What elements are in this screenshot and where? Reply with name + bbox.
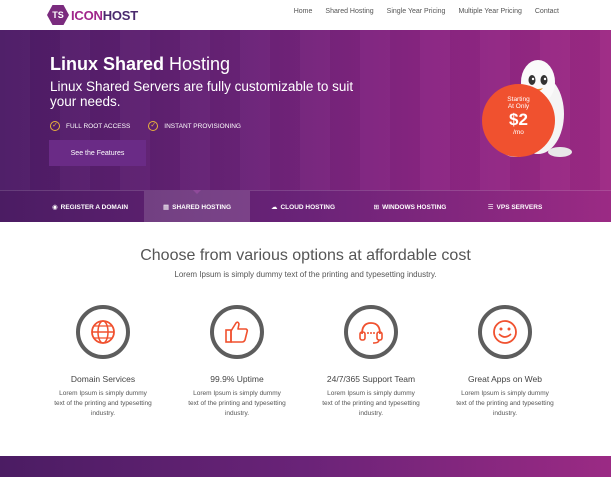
tab-shared-hosting[interactable]: ▦ SHARED HOSTING	[144, 190, 250, 223]
price-at-only: At Only	[507, 103, 530, 110]
tab-vps-servers[interactable]: ☰ VPS SERVERS	[475, 191, 555, 223]
logo-text-icon: ICON	[71, 7, 103, 23]
top-bar: TS ICONHOST Home Shared Hosting Single Y…	[0, 0, 611, 30]
globe-icon	[91, 320, 115, 344]
tab-windows-hosting[interactable]: ⊞ WINDOWS HOSTING	[365, 191, 455, 223]
thumbs-up-icon	[225, 321, 249, 343]
hero-subtitle: Linux Shared Servers are fully customiza…	[50, 79, 354, 109]
price-unit: /mo	[513, 129, 524, 136]
logo-text-host: HOST	[102, 7, 139, 23]
logo-badge: TS	[47, 5, 69, 25]
service-support: 24/7/365 Support Team Lorem Ipsum is sim…	[321, 305, 421, 419]
service-icon-ring	[344, 305, 398, 359]
tab-label: REGISTER A DOMAIN	[60, 203, 129, 211]
service-icon-ring	[76, 305, 130, 359]
hero-title-rest: Hosting	[164, 54, 231, 74]
check-icon: ✓	[50, 121, 60, 131]
service-uptime: 99.9% Uptime Lorem Ipsum is simply dummy…	[187, 305, 287, 419]
section-title: Choose from various options at affordabl…	[140, 247, 471, 264]
tab-cloud-hosting[interactable]: ☁ CLOUD HOSTING	[258, 191, 348, 223]
price-amount: $2	[509, 110, 528, 129]
section-subtitle: Lorem Ipsum is simply dummy text of the …	[174, 270, 437, 279]
feature-label: INSTANT PROVISIONING	[164, 122, 241, 130]
service-desc: Lorem Ipsum is simply dummy text of the …	[54, 390, 152, 417]
main-nav: Home Shared Hosting Single Year Pricing …	[294, 8, 559, 15]
nav-home[interactable]: Home	[294, 8, 313, 15]
globe-icon: ◉	[51, 204, 58, 211]
service-apps: Great Apps on Web Lorem Ipsum is simply …	[455, 305, 555, 419]
check-icon: ✓	[148, 121, 159, 131]
smiley-icon	[493, 320, 517, 344]
service-icon-ring	[478, 305, 532, 359]
cloud-icon: ☁	[270, 204, 278, 211]
service-desc: Lorem Ipsum is simply dummy text of the …	[456, 390, 554, 417]
hosting-tabs: ◉ REGISTER A DOMAIN ▦ SHARED HOSTING ☁ C…	[0, 190, 611, 223]
nav-shared-hosting[interactable]: Shared Hosting	[325, 8, 373, 15]
nav-single-year-pricing[interactable]: Single Year Pricing	[387, 8, 446, 15]
tab-label: WINDOWS HOSTING	[382, 203, 447, 211]
tab-label: CLOUD HOSTING	[280, 203, 336, 211]
price-badge: Starting At Only $2 /mo	[482, 84, 555, 157]
service-title: Domain Services	[70, 374, 136, 384]
see-features-button[interactable]: See the Features	[49, 140, 146, 166]
hero-banner: Linux Shared Hosting Linux Shared Server…	[0, 30, 611, 190]
hero-title: Linux Shared Hosting	[50, 54, 230, 75]
service-icon-ring	[210, 305, 264, 359]
feature-label: FULL ROOT ACCESS	[66, 122, 131, 130]
service-title: 99.9% Uptime	[210, 374, 264, 384]
windows-icon: ⊞	[373, 204, 380, 211]
hero-title-bold: Linux Shared	[50, 54, 165, 74]
tab-label: SHARED HOSTING	[172, 203, 232, 211]
service-title: 24/7/365 Support Team	[326, 374, 416, 384]
nav-contact[interactable]: Contact	[535, 8, 559, 15]
service-desc: Lorem Ipsum is simply dummy text of the …	[188, 390, 286, 417]
price-starting: Starting	[507, 96, 530, 103]
nav-multiple-year-pricing[interactable]: Multiple Year Pricing	[458, 8, 521, 15]
headset-icon	[359, 322, 383, 344]
hero-features: ✓ FULL ROOT ACCESS ✓ INSTANT PROVISIONIN…	[50, 121, 241, 131]
feature-instant-provisioning: ✓ INSTANT PROVISIONING	[148, 121, 241, 131]
tab-label: VPS SERVERS	[496, 203, 543, 211]
logo[interactable]: TS ICONHOST	[47, 4, 138, 26]
service-desc: Lorem Ipsum is simply dummy text of the …	[322, 390, 420, 417]
service-domain: Domain Services Lorem Ipsum is simply du…	[53, 305, 153, 419]
grid-icon: ▦	[162, 204, 170, 211]
tab-register-domain[interactable]: ◉ REGISTER A DOMAIN	[40, 191, 140, 223]
logo-text: ICONHOST	[71, 8, 138, 23]
feature-full-root: ✓ FULL ROOT ACCESS	[50, 121, 130, 131]
server-icon: ☰	[487, 204, 494, 211]
service-title: Great Apps on Web	[467, 374, 543, 384]
footer-band	[0, 456, 611, 477]
